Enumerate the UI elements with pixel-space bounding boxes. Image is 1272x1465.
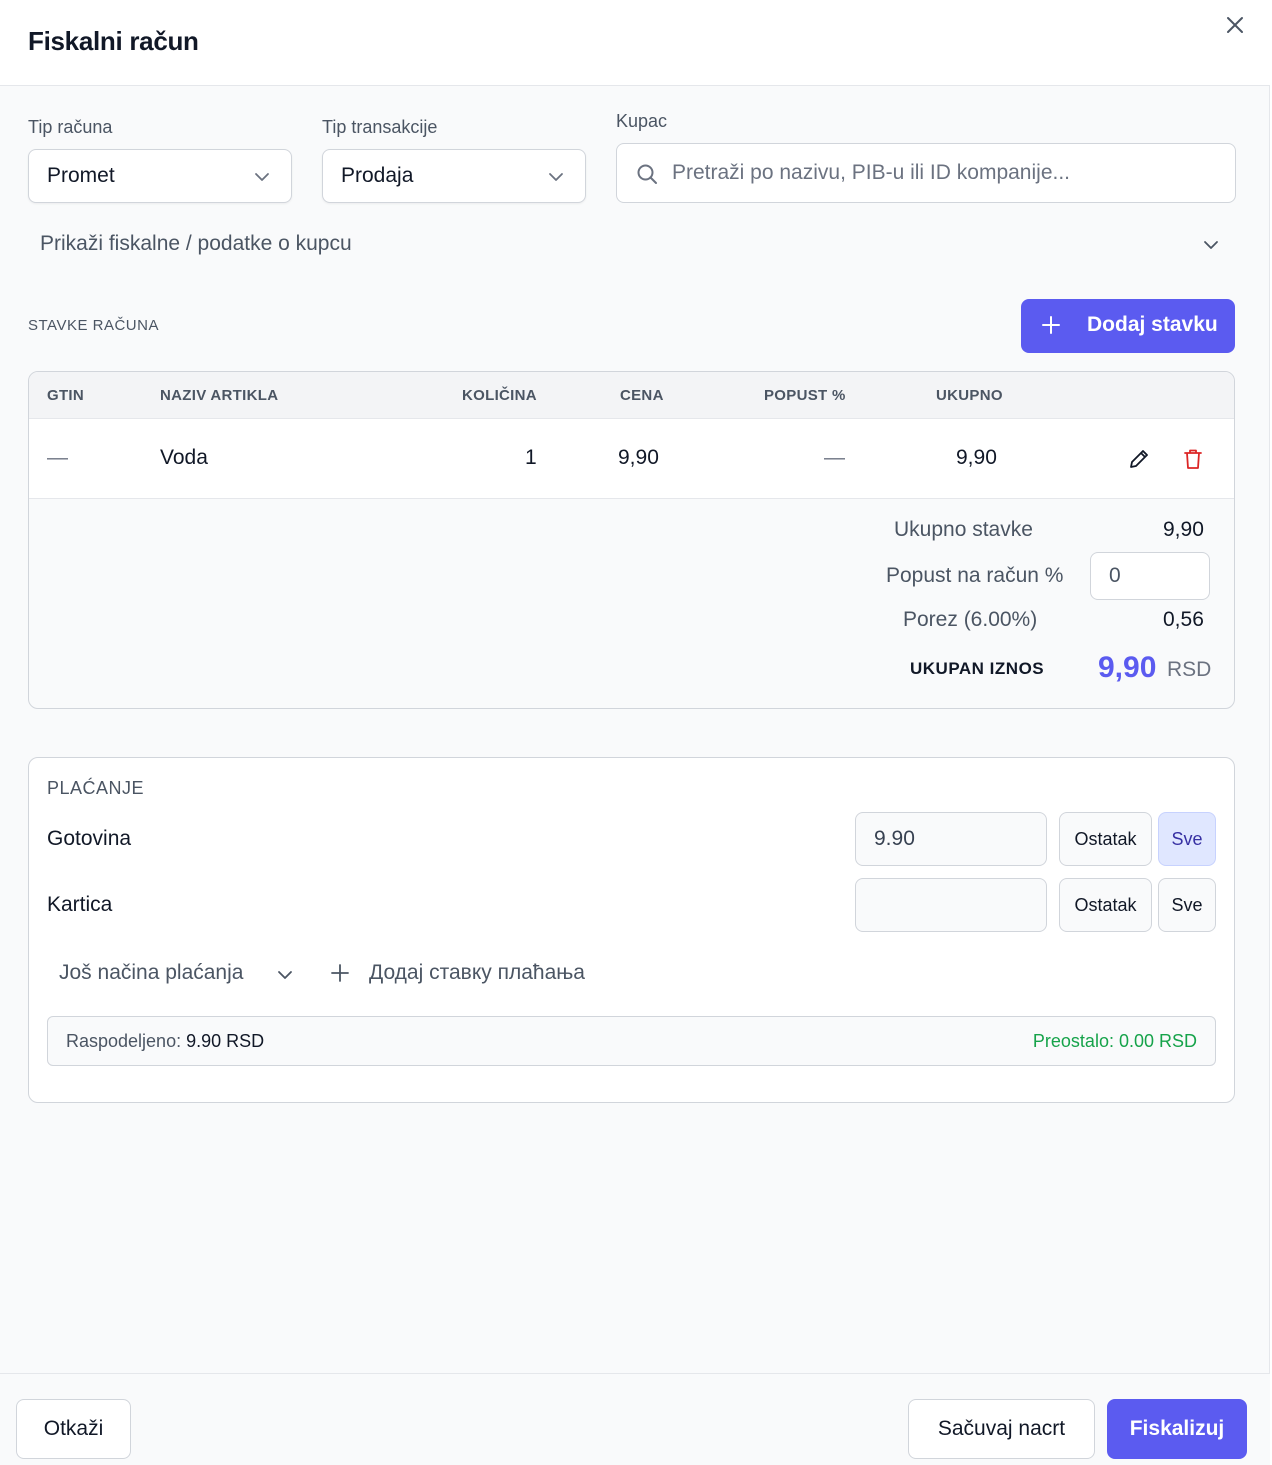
cancel-button[interactable]: Otkaži bbox=[16, 1399, 131, 1459]
cell-price: 9,90 bbox=[618, 446, 659, 469]
modal-title: Fiskalni račun bbox=[28, 26, 199, 56]
card-remainder-button[interactable]: Ostatak bbox=[1059, 878, 1152, 932]
column-header-quantity: KOLIČINA bbox=[462, 387, 537, 404]
table-row: — Voda 1 9,90 — 9,90 bbox=[29, 419, 1234, 499]
allocated-value: 9.90 RSD bbox=[186, 1031, 265, 1051]
cell-discount: — bbox=[824, 446, 845, 469]
customer-label: Kupac bbox=[616, 111, 668, 131]
column-header-total: UKUPNO bbox=[936, 387, 1003, 404]
card-amount-input[interactable] bbox=[855, 878, 1047, 932]
column-header-name: NAZIV ARTIKLA bbox=[160, 387, 279, 404]
add-item-button[interactable]: Dodaj stavku bbox=[1021, 299, 1235, 353]
grand-total-value: 9,90 bbox=[1098, 651, 1157, 684]
pencil-icon[interactable] bbox=[1126, 446, 1152, 472]
allocated-text: Raspodeljeno: 9.90 RSD bbox=[66, 1031, 264, 1052]
cell-total: 9,90 bbox=[956, 446, 997, 469]
items-total-value: 9,90 bbox=[1163, 518, 1204, 541]
modal-header: Fiskalni račun bbox=[0, 0, 1270, 86]
invoice-discount-input[interactable] bbox=[1090, 552, 1210, 600]
receipt-type-value: Promet bbox=[47, 164, 115, 187]
column-header-gtin: GTIN bbox=[47, 387, 85, 404]
plus-icon bbox=[1041, 315, 1061, 335]
grand-total-label: UKUPAN IZNOS bbox=[910, 659, 1045, 678]
card-all-button[interactable]: Sve bbox=[1158, 878, 1216, 932]
chevron-down-icon bbox=[547, 168, 565, 186]
tax-value: 0,56 bbox=[1163, 608, 1204, 631]
chevron-down-icon bbox=[1202, 236, 1220, 254]
search-icon bbox=[635, 162, 659, 186]
save-draft-button[interactable]: Sačuvaj nacrt bbox=[908, 1399, 1095, 1459]
receipt-type-label: Tip računa bbox=[28, 117, 113, 137]
receipt-type-select[interactable]: Promet bbox=[28, 149, 292, 203]
payment-card: PLAĆANJE Gotovina Ostatak Sve Kartica Os… bbox=[28, 757, 1235, 1103]
column-header-discount: POPUST % bbox=[764, 387, 846, 404]
fiscal-receipt-modal: Fiskalni račun Tip računa Promet Tip tra… bbox=[0, 0, 1270, 1465]
payment-method-cash-label: Gotovina bbox=[47, 827, 132, 850]
items-total-label: Ukupno stavke bbox=[894, 518, 1033, 541]
customer-details-toggle-label: Prikaži fiskalne / podatke o kupcu bbox=[40, 232, 352, 255]
fiscalize-button[interactable]: Fiskalizuj bbox=[1107, 1399, 1247, 1459]
add-payment-item-button[interactable]: Додај ставку плаћања bbox=[369, 961, 585, 985]
add-item-label: Dodaj stavku bbox=[1087, 313, 1218, 336]
chevron-down-icon bbox=[276, 966, 294, 984]
cash-remainder-button[interactable]: Ostatak bbox=[1059, 812, 1152, 866]
allocation-summary: Raspodeljeno: 9.90 RSD Preostalo: 0.00 R… bbox=[47, 1016, 1216, 1066]
modal-footer: Otkaži Sačuvaj nacrt Fiskalizuj bbox=[0, 1373, 1270, 1465]
payment-method-card-label: Kartica bbox=[47, 893, 113, 916]
chevron-down-icon bbox=[253, 168, 271, 186]
cash-all-button[interactable]: Sve bbox=[1158, 812, 1216, 866]
customer-search-input[interactable]: Pretraži po nazivu, PIB-u ili ID kompani… bbox=[616, 143, 1236, 203]
tax-label: Porez (6.00%) bbox=[903, 608, 1038, 631]
plus-icon[interactable] bbox=[329, 962, 351, 984]
transaction-type-select[interactable]: Prodaja bbox=[322, 149, 586, 203]
trash-icon[interactable] bbox=[1180, 446, 1206, 472]
transaction-type-label: Tip transakcije bbox=[322, 117, 438, 137]
customer-search-placeholder: Pretraži po nazivu, PIB-u ili ID kompani… bbox=[672, 161, 1070, 184]
table-header: GTIN NAZIV ARTIKLA KOLIČINA CENA POPUST … bbox=[29, 372, 1234, 419]
more-payment-methods-button[interactable]: Još načina plaćanja bbox=[59, 961, 243, 985]
remaining-text: Preostalo: 0.00 RSD bbox=[1032, 1031, 1197, 1051]
column-header-price: CENA bbox=[620, 387, 664, 404]
cash-amount-input[interactable] bbox=[855, 812, 1047, 866]
close-icon[interactable] bbox=[1222, 12, 1248, 38]
items-table: GTIN NAZIV ARTIKLA KOLIČINA CENA POPUST … bbox=[28, 371, 1235, 709]
payment-title: PLAĆANJE bbox=[47, 778, 145, 798]
allocated-label: Raspodeljeno: bbox=[66, 1031, 182, 1051]
cell-name: Voda bbox=[160, 446, 208, 469]
cell-gtin: — bbox=[47, 446, 68, 469]
invoice-discount-label: Popust na račun % bbox=[886, 564, 1064, 587]
grand-total-currency: RSD bbox=[1167, 658, 1212, 681]
items-section-title: STAVKE RAČUNA bbox=[28, 317, 159, 334]
transaction-type-value: Prodaja bbox=[341, 164, 414, 187]
cell-quantity: 1 bbox=[525, 446, 537, 469]
customer-details-toggle[interactable]: Prikaži fiskalne / podatke o kupcu bbox=[28, 224, 1236, 266]
